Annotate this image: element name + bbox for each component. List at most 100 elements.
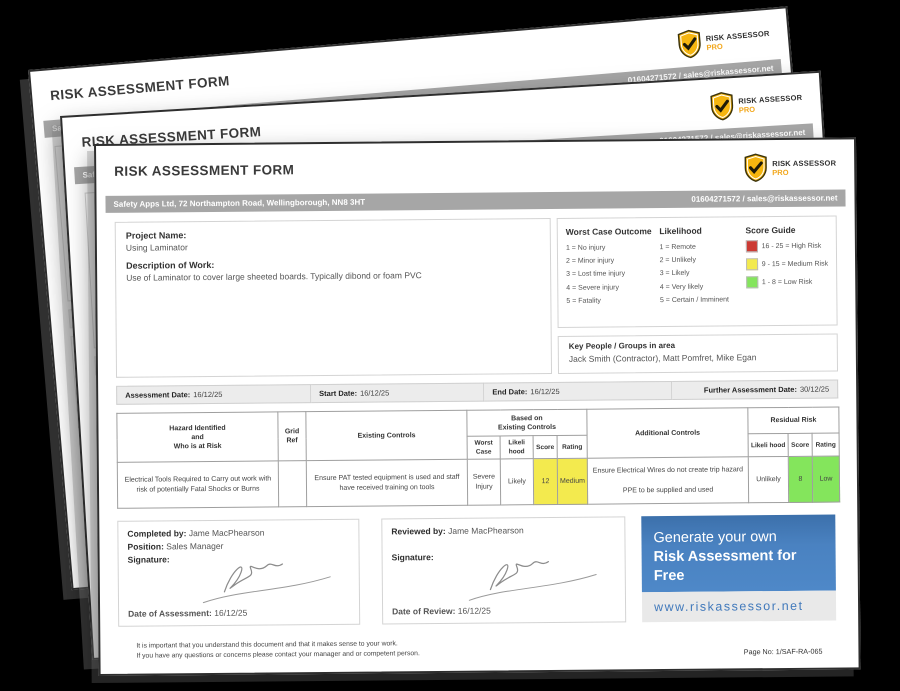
residual-score-cell: 8: [788, 456, 812, 502]
assessment-date-label: Assessment Date:: [125, 390, 190, 400]
position-value: Sales Manager: [166, 541, 223, 551]
description-value: Use of Laminator to cover large sheeted …: [126, 269, 540, 283]
hazard-header-line: Who is at Risk: [120, 441, 276, 451]
promo-url-link[interactable]: www.riskassessor.net: [654, 599, 804, 614]
position-label: Position:: [127, 541, 163, 551]
shield-check-icon: [676, 29, 703, 60]
col-likelihood: Likeli hood: [500, 436, 533, 459]
assessment-date-value: 16/12/25: [193, 390, 222, 399]
address-bar: Safety Apps Ltd, 72 Northampton Road, We…: [105, 189, 845, 212]
page-title: RISK ASSESSMENT FORM: [114, 157, 294, 179]
col-residual-rating: Rating: [812, 433, 839, 456]
risk-table: Hazard Identified and Who is at Risk Gri…: [116, 407, 840, 509]
grid-ref-cell: [278, 461, 306, 507]
end-date: End Date: 16/12/25: [484, 381, 672, 402]
reviewed-by-box: Reviewed by: Jame MacPhearson Signature:…: [381, 516, 626, 624]
col-residual-risk: Residual Risk: [748, 407, 839, 434]
col-residual-score: Score: [788, 433, 812, 456]
further-assessment-date-label: Further Assessment Date:: [704, 385, 797, 395]
legend-item: 5 = Certain / Imminent: [660, 293, 740, 307]
additional-controls-cell: Ensure Electrical Wires do not create tr…: [587, 457, 748, 504]
promo-url-strip: www.riskassessor.net: [642, 591, 836, 623]
stage: RISK ASSESSMENT FORM RISK ASSESSOR PRO S…: [0, 0, 900, 691]
key-people-box: Key People / Groups in area Jack Smith (…: [558, 334, 838, 374]
key-people-value: Jack Smith (Contractor), Matt Pomfret, M…: [569, 352, 827, 364]
low-risk-swatch: [746, 276, 758, 288]
promo-banner[interactable]: Generate your own Risk Assessment for Fr…: [641, 515, 836, 623]
table-row: Electrical Tools Required to Carry out w…: [117, 456, 839, 508]
col-score: Score: [533, 435, 557, 458]
legend-item: 2 = Unlikely: [660, 254, 740, 268]
risk-assessor-logo: RISK ASSESSOR PRO: [709, 87, 804, 121]
worst-case-outcome-legend: Worst Case Outcome 1 = No injury 2 = Min…: [566, 226, 654, 319]
based-on-header-line: Existing Controls: [469, 422, 584, 432]
legend-box: Worst Case Outcome 1 = No injury 2 = Min…: [557, 216, 838, 328]
completed-by-name: Jame MacPhearson: [189, 528, 265, 539]
start-date-label: Start Date:: [319, 389, 357, 398]
project-name-value: Using Laminator: [126, 239, 540, 253]
additional-controls-line: PPE to be supplied and used: [590, 485, 746, 496]
completed-by-box: Completed by: Jame MacPhearson Position:…: [117, 519, 360, 627]
score-guide-row: 1 - 8 = Low Risk: [746, 276, 828, 289]
score-guide-label: 16 - 25 = High Risk: [762, 242, 822, 250]
promo-line-2: Risk Assessment for Free: [654, 547, 824, 586]
residual-rating-cell: Low: [812, 456, 839, 502]
reviewed-by-name: Jame MacPhearson: [448, 525, 524, 536]
worst-case-cell: Severe Injury: [467, 459, 500, 505]
end-date-label: End Date:: [492, 387, 527, 396]
footer-line-2: If you have any questions or concerns pl…: [136, 649, 419, 661]
page-title: RISK ASSESSMENT FORM: [49, 68, 230, 103]
likelihood-title: Likelihood: [659, 225, 739, 236]
legend-item: 4 = Very likely: [660, 280, 740, 294]
col-based-on-existing: Based on Existing Controls: [467, 409, 587, 436]
sheet-front: RISK ASSESSMENT FORM RISK ASSESSOR PRO S…: [94, 137, 861, 676]
high-risk-swatch: [746, 240, 758, 252]
date-of-review-value: 16/12/25: [458, 606, 491, 616]
key-people-title: Key People / Groups in area: [569, 340, 827, 351]
signature-label: Signature:: [392, 552, 434, 562]
legend-item: 4 = Severe injury: [566, 281, 654, 295]
hazard-cell: Electrical Tools Required to Carry out w…: [117, 461, 278, 508]
assessment-date: Assessment Date: 16/12/25: [116, 384, 311, 405]
logo-tier-text: PRO: [772, 167, 836, 177]
legend-item: 3 = Lost time injury: [566, 268, 654, 282]
col-residual-likelihood: Likeli hood: [748, 433, 788, 456]
score-guide-legend: Score Guide 16 - 25 = High Risk 9 - 15 =…: [745, 225, 828, 318]
residual-likelihood-cell: Unlikely: [748, 456, 788, 502]
medium-risk-swatch: [746, 258, 758, 270]
legend-item: 3 = Likely: [660, 267, 740, 281]
col-worst-case: Worst Case: [467, 436, 500, 459]
legend-item: 1 = No injury: [566, 241, 654, 255]
legend-item: 5 = Fatality: [566, 294, 654, 308]
logo-brand-text: RISK ASSESSOR: [772, 158, 836, 168]
reviewed-by-label: Reviewed by:: [391, 526, 445, 536]
promo-line-1: Generate your own: [653, 528, 823, 548]
date-of-assessment-label: Date of Assessment:: [128, 608, 212, 619]
risk-assessor-logo: RISK ASSESSOR PRO: [743, 153, 836, 183]
score-guide-label: 1 - 8 = Low Risk: [762, 278, 812, 285]
worst-case-title: Worst Case Outcome: [566, 226, 654, 237]
completed-by-label: Completed by:: [127, 528, 186, 539]
further-assessment-date: Further Assessment Date: 30/12/25: [672, 380, 838, 400]
signature-scribble: [457, 550, 607, 606]
existing-controls-cell: Ensure PAT tested equipment is used and …: [306, 459, 467, 506]
date-of-assessment-value: 16/12/25: [214, 608, 247, 618]
end-date-value: 16/12/25: [530, 387, 559, 396]
score-cell: 12: [533, 458, 557, 504]
shield-check-icon: [743, 153, 768, 182]
additional-controls-line: Ensure Electrical Wires do not create tr…: [590, 465, 746, 476]
start-date: Start Date: 16/12/25: [311, 383, 484, 404]
likelihood-legend: Likelihood 1 = Remote 2 = Unlikely 3 = L…: [659, 225, 740, 318]
score-guide-label: 9 - 15 = Medium Risk: [762, 260, 828, 268]
promo-blue-panel: Generate your own Risk Assessment for Fr…: [641, 515, 836, 593]
project-box: Project Name: Using Laminator Descriptio…: [115, 218, 552, 378]
page-footer: It is important that you understand this…: [136, 636, 822, 662]
col-rating: Rating: [557, 435, 587, 458]
legend-item: 2 = Minor injury: [566, 254, 654, 268]
score-guide-row: 9 - 15 = Medium Risk: [746, 258, 828, 271]
dates-bar: Assessment Date: 16/12/25 Start Date: 16…: [116, 380, 838, 405]
risk-assessor-logo: RISK ASSESSOR PRO: [676, 23, 771, 60]
shield-check-icon: [709, 91, 736, 121]
page-number: Page No: 1/SAF-RA-065: [744, 647, 823, 657]
date-of-review-label: Date of Review:: [392, 606, 455, 617]
